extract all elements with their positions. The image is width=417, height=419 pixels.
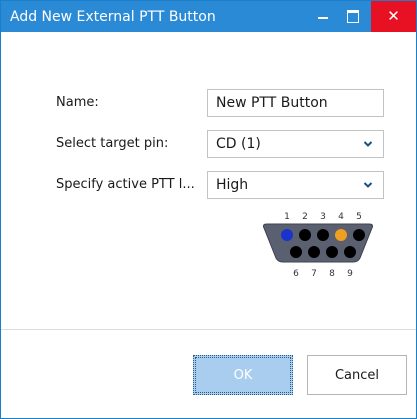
pin-1: [281, 229, 293, 241]
pin-number-5: 5: [356, 212, 362, 222]
pin-4: [335, 229, 347, 241]
pin-number-9: 9: [347, 269, 353, 279]
maximize-icon: [347, 10, 359, 23]
cancel-button[interactable]: Cancel: [307, 355, 407, 395]
pin-number-1: 1: [284, 212, 290, 222]
pin-5: [353, 229, 365, 241]
window-title: Add New External PTT Button: [10, 9, 216, 25]
minimize-icon: [318, 16, 328, 19]
dialog-content: Name: Select target pin: CD (1) Specify …: [1, 33, 416, 418]
close-button[interactable]: ✕: [371, 1, 416, 32]
footer-divider: [1, 329, 416, 330]
active-level-select[interactable]: High: [207, 171, 384, 199]
pin-number-8: 8: [329, 269, 335, 279]
chevron-down-icon: [363, 182, 373, 188]
pin-number-4: 4: [338, 212, 344, 222]
db9-connector-diagram: 1 2 3 4 5 6 7 8 9: [263, 212, 373, 279]
pin-number-7: 7: [311, 269, 317, 279]
chevron-down-icon: [363, 141, 373, 147]
pin-9: [344, 246, 356, 258]
close-icon: ✕: [387, 7, 400, 25]
active-level-value: High: [216, 177, 249, 193]
pin-number-6: 6: [293, 269, 299, 279]
pin-3: [317, 229, 329, 241]
pin-7: [308, 246, 320, 258]
maximize-button[interactable]: [338, 1, 368, 32]
pin-8: [326, 246, 338, 258]
name-label: Name:: [56, 95, 99, 110]
target-pin-label: Select target pin:: [56, 136, 169, 151]
minimize-button[interactable]: [308, 1, 338, 32]
ok-button[interactable]: OK: [193, 355, 293, 395]
target-pin-value: CD (1): [216, 136, 261, 152]
pin-2: [299, 229, 311, 241]
pin-number-3: 3: [320, 212, 326, 222]
pin-6: [290, 246, 302, 258]
dialog-window: Add New External PTT Button ✕ Name: Sele…: [0, 0, 417, 419]
active-level-label: Specify active PTT l...: [56, 177, 195, 192]
pin-number-2: 2: [302, 212, 308, 222]
target-pin-select[interactable]: CD (1): [207, 130, 384, 158]
title-bar[interactable]: Add New External PTT Button ✕: [1, 1, 416, 32]
name-input[interactable]: [207, 89, 384, 117]
